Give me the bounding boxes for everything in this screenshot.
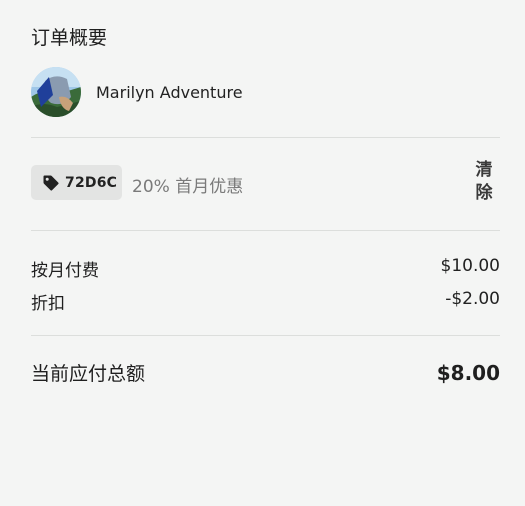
- creator-info: Marilyn Adventure: [31, 67, 243, 117]
- creator-name: Marilyn Adventure: [96, 82, 243, 102]
- line-item-monthly: 按月付费 $10.00: [31, 256, 500, 281]
- avatar: [31, 67, 81, 117]
- divider: [31, 137, 500, 138]
- line-item-label: 折扣: [31, 294, 65, 314]
- line-item-amount: -$2.00: [445, 289, 500, 309]
- line-item-amount: $10.00: [440, 256, 500, 276]
- coupon-chip: 72D6C: [31, 165, 122, 200]
- divider: [31, 335, 500, 336]
- coupon-description: 20% 首月优惠: [132, 177, 244, 197]
- total-due: 当前应付总额 $8.00: [31, 359, 500, 386]
- order-summary-title: 订单概要: [31, 27, 108, 49]
- total-amount: $8.00: [436, 361, 500, 385]
- line-item-label: 按月付费: [31, 261, 99, 281]
- coupon-code: 72D6C: [65, 174, 118, 191]
- line-item-discount: 折扣 -$2.00: [31, 289, 500, 314]
- clear-coupon-button[interactable]: 清除: [474, 159, 494, 205]
- tag-icon: [43, 175, 59, 191]
- divider: [31, 230, 500, 231]
- total-label: 当前应付总额: [31, 363, 146, 385]
- coupon-row: 72D6C 20% 首月优惠 清除: [31, 159, 500, 209]
